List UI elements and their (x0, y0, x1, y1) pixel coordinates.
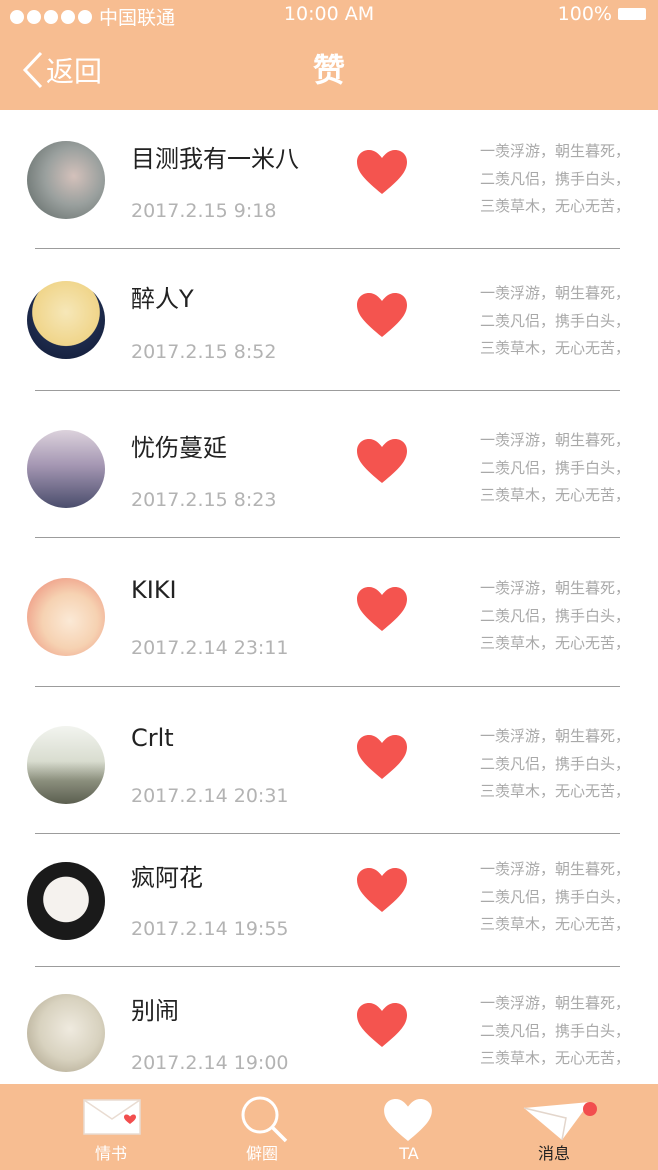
list-item[interactable]: KIKI 2017.2.14 23:11 一羡浮游，朝生暮死， 二羡凡侣，携手白… (0, 538, 658, 686)
tab-label: 僻圈 (245, 1144, 278, 1163)
envelope-icon (83, 1099, 141, 1135)
like-date: 2017.2.15 8:52 (131, 341, 277, 363)
like-date: 2017.2.14 20:31 (131, 785, 289, 807)
list-item[interactable]: 醉人Y 2017.2.15 8:52 一羡浮游，朝生暮死， 二羡凡侣，携手白头，… (0, 249, 658, 390)
poem-text: 一羡浮游，朝生暮死， 二羡凡侣，携手白头， 三羡草木，无心无苦， (480, 427, 650, 510)
heart-icon (384, 1098, 432, 1142)
poem-line: 二羡凡侣，携手白头， (480, 1021, 631, 1040)
user-name[interactable]: 目测我有一米八 (131, 139, 299, 174)
likes-list: 目测我有一米八 2017.2.15 9:18 一羡浮游，朝生暮死， 二羡凡侣，携… (0, 110, 658, 1084)
bottom-tab-bar: 情书 僻圈 TA 消息 (0, 1084, 658, 1170)
poem-text: 一羡浮游，朝生暮死， 二羡凡侣，携手白头， 三羡草木，无心无苦， (480, 280, 650, 363)
page-title: 赞 (312, 51, 345, 89)
tab-messages[interactable]: 消息 (494, 1084, 614, 1170)
avatar[interactable] (27, 726, 105, 804)
poem-line: 一羡浮游，朝生暮死， (480, 431, 631, 449)
heart-icon (357, 735, 407, 779)
poem-line: 一羡浮游，朝生暮死， (480, 284, 631, 302)
search-icon (241, 1096, 288, 1143)
poem-line: 一羡浮游，朝生暮死， (480, 142, 631, 160)
list-item[interactable]: 目测我有一米八 2017.2.15 9:18 一羡浮游，朝生暮死， 二羡凡侣，携… (0, 110, 658, 248)
like-date: 2017.2.14 19:55 (131, 918, 289, 940)
heart-icon (357, 587, 407, 631)
list-item[interactable]: 忧伤蔓延 2017.2.15 8:23 一羡浮游，朝生暮死， 二羡凡侣，携手白头… (0, 391, 658, 537)
user-name[interactable]: KIKI (131, 576, 177, 604)
user-name[interactable]: Crlt (131, 724, 174, 752)
like-date: 2017.2.14 23:11 (131, 637, 289, 659)
poem-text: 一羡浮游，朝生暮死， 二羡凡侣，携手白头， 三羡草木，无心无苦， (480, 990, 650, 1073)
like-date: 2017.2.15 8:23 (131, 489, 277, 511)
user-name[interactable]: 别闹 (131, 991, 179, 1026)
poem-line: 三羡草木，无心无苦， (480, 197, 631, 215)
like-date: 2017.2.15 9:18 (131, 200, 277, 222)
poem-line: 三羡草木，无心无苦， (480, 634, 631, 652)
heart-icon (357, 150, 407, 194)
poem-text: 一羡浮游，朝生暮死， 二羡凡侣，携手白头， 三羡草木，无心无苦， (480, 138, 650, 221)
heart-icon (357, 868, 407, 912)
poem-line: 二羡凡侣，携手白头， (480, 606, 631, 625)
paper-plane-icon (523, 1102, 597, 1141)
list-item[interactable]: 别闹 2017.2.14 19:00 一羡浮游，朝生暮死， 二羡凡侣，携手白头，… (0, 967, 658, 1084)
user-name[interactable]: 疯阿花 (131, 858, 203, 893)
poem-line: 一羡浮游，朝生暮死， (480, 579, 631, 597)
poem-line: 一羡浮游，朝生暮死， (480, 727, 631, 745)
tab-label: 消息 (537, 1144, 570, 1163)
heart-icon (357, 439, 407, 483)
avatar[interactable] (27, 994, 105, 1072)
poem-line: 三羡草木，无心无苦， (480, 486, 631, 504)
poem-line: 一羡浮游，朝生暮死， (480, 994, 631, 1012)
status-bar: 中国联通 10:00 AM 100% (0, 0, 658, 29)
nav-bar: 返回 赞 (0, 40, 658, 100)
poem-line: 二羡凡侣，携手白头， (480, 458, 631, 477)
avatar[interactable] (27, 141, 105, 219)
poem-text: 一羡浮游，朝生暮死， 二羡凡侣，携手白头， 三羡草木，无心无苦， (480, 723, 650, 806)
poem-line: 一羡浮游，朝生暮死， (480, 860, 631, 878)
tab-ta[interactable]: TA (349, 1084, 469, 1170)
tab-label: TA (399, 1144, 419, 1163)
battery-indicator: 100% (558, 3, 646, 25)
heart-icon (357, 1003, 407, 1047)
avatar[interactable] (27, 578, 105, 656)
poem-text: 一羡浮游，朝生暮死， 二羡凡侣，携手白头， 三羡草木，无心无苦， (480, 856, 650, 939)
battery-percent: 100% (557, 3, 612, 25)
list-item[interactable]: 疯阿花 2017.2.14 19:55 一羡浮游，朝生暮死， 二羡凡侣，携手白头… (0, 834, 658, 966)
badge-dot (583, 1102, 597, 1116)
poem-line: 二羡凡侣，携手白头， (480, 887, 631, 906)
battery-icon (618, 8, 646, 20)
poem-line: 二羡凡侣，携手白头， (480, 311, 631, 330)
like-date: 2017.2.14 19:00 (131, 1052, 289, 1074)
poem-line: 三羡草木，无心无苦， (480, 915, 631, 933)
poem-line: 三羡草木，无心无苦， (480, 782, 631, 800)
poem-line: 二羡凡侣，携手白头， (480, 169, 631, 188)
avatar[interactable] (27, 430, 105, 508)
list-item[interactable]: Crlt 2017.2.14 20:31 一羡浮游，朝生暮死， 二羡凡侣，携手白… (0, 687, 658, 833)
avatar[interactable] (27, 862, 105, 940)
user-name[interactable]: 忧伤蔓延 (131, 428, 227, 463)
poem-line: 二羡凡侣，携手白头， (480, 754, 631, 773)
user-name[interactable]: 醉人Y (131, 279, 194, 314)
poem-text: 一羡浮游，朝生暮死， 二羡凡侣，携手白头， 三羡草木，无心无苦， (480, 575, 650, 658)
tab-love-letter[interactable]: 情书 (51, 1084, 171, 1170)
tab-label: 情书 (94, 1144, 127, 1163)
poem-line: 三羡草木，无心无苦， (480, 1049, 631, 1067)
top-header: 中国联通 10:00 AM 100% 返回 赞 (0, 0, 658, 110)
poem-line: 三羡草木，无心无苦， (480, 339, 631, 357)
avatar[interactable] (27, 281, 105, 359)
tab-circle[interactable]: 僻圈 (202, 1084, 322, 1170)
heart-icon (357, 293, 407, 337)
